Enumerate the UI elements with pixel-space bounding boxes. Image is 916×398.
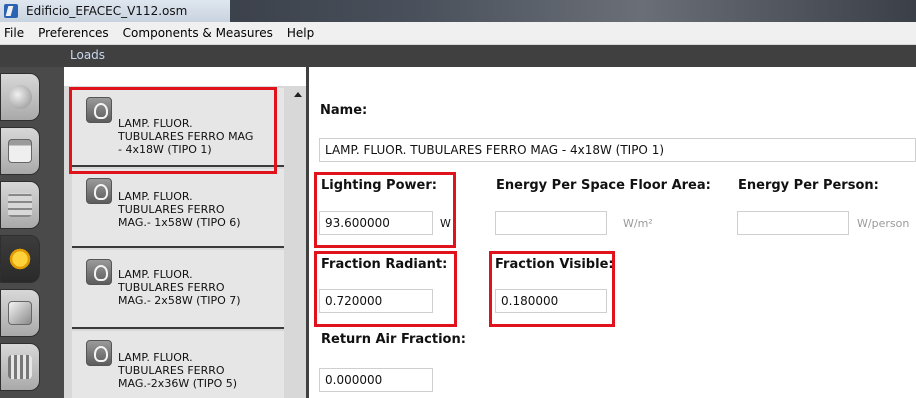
- app-icon: [4, 4, 18, 18]
- tab-loads[interactable]: [0, 235, 40, 283]
- calendar-icon: [8, 139, 32, 163]
- globe-icon: [8, 85, 32, 109]
- lightbulb-icon: [86, 259, 112, 285]
- list-item[interactable]: LAMP. FLUOR. TUBULARES FERRO MAG.-2x36W …: [72, 331, 284, 398]
- menu-components-measures[interactable]: Components & Measures: [116, 26, 280, 40]
- bricks-icon: [8, 193, 32, 217]
- window-title: Edificio_EFACEC_V112.osm: [26, 4, 188, 18]
- scroll-up-icon[interactable]: [294, 92, 302, 97]
- energy-area-unit: W/m²: [623, 217, 653, 230]
- list-scrollbar[interactable]: [290, 86, 306, 398]
- return-air-field[interactable]: 0.000000: [319, 368, 433, 392]
- highlight-fraction-visible: [489, 251, 615, 327]
- name-field[interactable]: LAMP. FLUOR. TUBULARES FERRO MAG - 4x18W…: [319, 138, 916, 162]
- list-item-label: LAMP. FLUOR. TUBULARES FERRO MAG.-2x36W …: [118, 351, 238, 390]
- building-icon: [8, 355, 32, 379]
- list-item[interactable]: LAMP. FLUOR. TUBULARES FERRO MAG.- 2x58W…: [72, 250, 284, 329]
- tab-constructions[interactable]: [0, 181, 40, 229]
- energy-person-unit: W/person: [857, 217, 910, 230]
- energy-area-field[interactable]: [495, 211, 607, 235]
- lightbulb-icon: [86, 340, 112, 366]
- menu-file[interactable]: File: [0, 26, 31, 40]
- energy-area-label: Energy Per Space Floor Area:: [496, 178, 711, 193]
- energy-person-field[interactable]: [737, 211, 849, 235]
- title-area: Edificio_EFACEC_V112.osm: [0, 0, 230, 22]
- lightbulb-icon: [86, 178, 112, 204]
- list-item-label: LAMP. FLUOR. TUBULARES FERRO MAG.- 2x58W…: [118, 268, 241, 307]
- list-item-label: LAMP. FLUOR. TUBULARES FERRO MAG.- 1x58W…: [118, 190, 241, 229]
- cube-icon: [8, 301, 32, 325]
- tab-building[interactable]: [0, 343, 40, 391]
- highlight-lighting-power: [314, 172, 456, 248]
- name-label: Name:: [320, 103, 368, 118]
- section-header: Loads: [0, 45, 916, 67]
- list-item[interactable]: LAMP. FLUOR. TUBULARES FERRO MAG.- 1x58W…: [72, 169, 284, 248]
- highlight-selected-load: [69, 87, 277, 174]
- menu-preferences[interactable]: Preferences: [31, 26, 116, 40]
- menu-help[interactable]: Help: [280, 26, 321, 40]
- tab-schedules[interactable]: [0, 127, 40, 175]
- menu-bar: File Preferences Components & Measures H…: [0, 22, 916, 45]
- tab-site[interactable]: [0, 73, 40, 121]
- title-bar: Edificio_EFACEC_V112.osm: [0, 0, 916, 22]
- section-title: Loads: [70, 48, 106, 62]
- tab-space-types[interactable]: [0, 289, 40, 337]
- energy-person-label: Energy Per Person:: [738, 178, 879, 193]
- return-air-label: Return Air Fraction:: [321, 332, 466, 347]
- left-toolbar: [0, 67, 64, 398]
- outlet-icon: [8, 247, 32, 271]
- highlight-fraction-radiant: [314, 251, 457, 327]
